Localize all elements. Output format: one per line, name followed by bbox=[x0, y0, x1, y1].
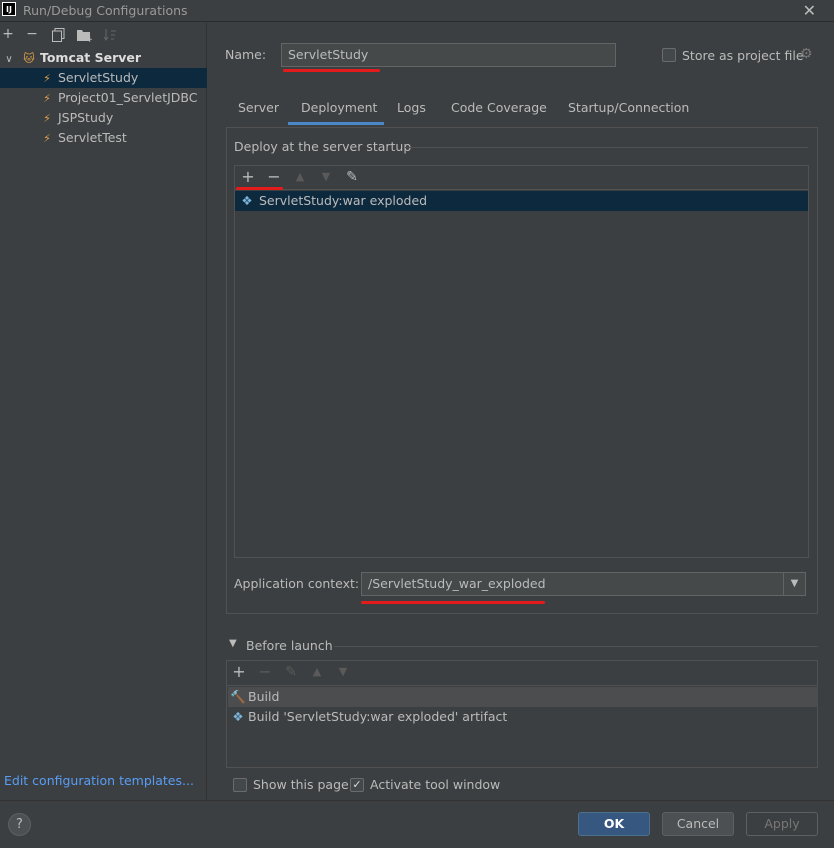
close-icon[interactable]: ✕ bbox=[803, 1, 816, 20]
edit-pencil-icon[interactable]: ✎ bbox=[343, 167, 361, 187]
section-divider bbox=[405, 147, 808, 148]
tree-item-label: ServletTest bbox=[57, 130, 127, 145]
tree-group-tomcat[interactable]: ∨ 🐱 Tomcat Server bbox=[0, 48, 207, 68]
tree-item-servlettest[interactable]: ⚡ ServletTest bbox=[0, 128, 207, 148]
store-project-label: Store as project file bbox=[682, 48, 804, 63]
add-artifact-icon[interactable]: + bbox=[239, 167, 257, 187]
copy-config-icon[interactable] bbox=[50, 28, 66, 46]
name-label: Name: bbox=[225, 47, 267, 62]
chevron-down-icon[interactable]: ∨ bbox=[0, 50, 18, 70]
deploy-list[interactable] bbox=[234, 165, 809, 558]
title-bar: IJ Run/Debug Configurations ✕ bbox=[0, 0, 834, 22]
annotation-underline bbox=[361, 601, 545, 604]
tab-logs[interactable]: Logs bbox=[397, 100, 426, 115]
annotation-underline bbox=[283, 69, 380, 72]
artifact-icon: ❖ bbox=[232, 709, 244, 724]
store-project-checkbox[interactable] bbox=[662, 48, 676, 62]
svg-text:+: + bbox=[86, 35, 92, 42]
gear-icon[interactable]: ⚙ bbox=[800, 46, 813, 62]
tomcat-icon: 🐱 bbox=[23, 52, 35, 65]
tab-deployment[interactable]: Deployment bbox=[301, 100, 377, 115]
list-item[interactable]: ❖ Build 'ServletStudy:war exploded' artif… bbox=[228, 707, 818, 727]
new-folder-icon[interactable]: + bbox=[76, 28, 94, 46]
tab-code-coverage[interactable]: Code Coverage bbox=[451, 100, 547, 115]
ok-button[interactable]: OK bbox=[578, 812, 650, 836]
hammer-icon: 🔨 bbox=[230, 689, 246, 704]
section-divider bbox=[334, 646, 818, 647]
tree-item-label: JSPStudy bbox=[57, 110, 114, 125]
tree-item-jspstudy[interactable]: ⚡ JSPStudy bbox=[0, 108, 207, 128]
tab-startup-connection[interactable]: Startup/Connection bbox=[568, 100, 689, 115]
remove-config-icon[interactable]: − bbox=[24, 26, 40, 42]
tomcat-config-icon: ⚡ bbox=[43, 72, 51, 85]
tree-item-project01[interactable]: ⚡ Project01_ServletJDBC bbox=[0, 88, 207, 108]
window-title: Run/Debug Configurations bbox=[23, 3, 188, 18]
artifact-label: ServletStudy:war exploded bbox=[259, 193, 428, 208]
show-page-checkbox[interactable] bbox=[233, 778, 247, 792]
tree-item-servletstudy[interactable]: ⚡ ServletStudy bbox=[0, 68, 207, 88]
activate-tool-label: Activate tool window bbox=[370, 777, 501, 792]
app-context-combo[interactable]: /ServletStudy_war_exploded ▼ bbox=[361, 572, 806, 596]
list-item[interactable]: ❖ ServletStudy:war exploded bbox=[235, 191, 808, 211]
cancel-button[interactable]: Cancel bbox=[662, 812, 734, 836]
move-up-icon[interactable]: ▲ bbox=[291, 167, 309, 187]
tomcat-config-icon: ⚡ bbox=[43, 92, 51, 105]
tab-server[interactable]: Server bbox=[238, 100, 279, 115]
sort-icon[interactable] bbox=[102, 28, 118, 46]
app-context-label: Application context: bbox=[234, 576, 360, 591]
before-launch-title: Before launch bbox=[246, 638, 333, 653]
apply-button[interactable]: Apply bbox=[746, 812, 818, 836]
name-input[interactable]: ServletStudy bbox=[281, 43, 616, 67]
intellij-logo-icon: IJ bbox=[2, 2, 16, 16]
remove-artifact-icon[interactable]: − bbox=[265, 167, 283, 187]
artifact-icon: ❖ bbox=[241, 193, 253, 208]
before-launch-list[interactable]: 🔨 Build ❖ Build 'ServletStudy:war exploded… bbox=[226, 660, 818, 768]
help-button[interactable]: ? bbox=[8, 813, 31, 836]
tree-item-label: ServletStudy bbox=[57, 70, 139, 85]
add-config-icon[interactable]: + bbox=[0, 26, 16, 42]
tree-group-label: Tomcat Server bbox=[39, 50, 142, 65]
move-down-icon[interactable]: ▼ bbox=[317, 167, 335, 187]
annotation-underline bbox=[236, 187, 283, 190]
task-label: Build bbox=[248, 689, 280, 704]
chevron-down-icon[interactable]: ▼ bbox=[783, 573, 805, 595]
deploy-section-title: Deploy at the server startup bbox=[234, 139, 412, 154]
task-label: Build 'ServletStudy:war exploded' artifa… bbox=[248, 709, 508, 724]
tomcat-config-icon: ⚡ bbox=[43, 112, 51, 125]
collapse-arrow-icon[interactable]: ▼ bbox=[229, 638, 237, 649]
app-context-value: /ServletStudy_war_exploded bbox=[368, 576, 546, 591]
activate-tool-checkbox[interactable]: ✓ bbox=[350, 778, 364, 792]
tomcat-config-icon: ⚡ bbox=[43, 132, 51, 145]
active-tab-indicator bbox=[288, 122, 384, 125]
tree-item-label: Project01_ServletJDBC bbox=[57, 90, 198, 105]
show-page-label: Show this page bbox=[253, 777, 349, 792]
edit-templates-link[interactable]: Edit configuration templates... bbox=[4, 773, 194, 788]
list-item[interactable]: 🔨 Build bbox=[228, 687, 818, 707]
